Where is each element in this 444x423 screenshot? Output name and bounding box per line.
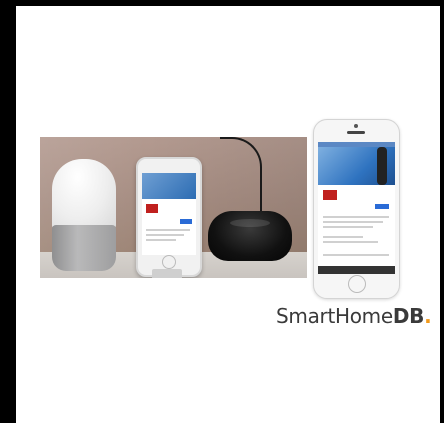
camera-icon: [354, 124, 358, 128]
product-photo: [40, 137, 307, 278]
text-line: [146, 229, 190, 231]
app-banner: [142, 173, 196, 199]
app-button: [375, 204, 389, 209]
text-line: [323, 241, 378, 243]
app-logo: [146, 204, 158, 213]
smart-speaker-top: [52, 159, 116, 231]
canvas: SmartHomeDB.: [16, 6, 440, 423]
text-line: [323, 226, 373, 228]
hub-highlight: [230, 219, 270, 227]
smartphone-in-photo: [136, 157, 202, 277]
text-line: [146, 239, 176, 241]
smartphone-mockup: [313, 119, 400, 299]
app-logo: [323, 190, 337, 200]
text-line: [146, 234, 184, 236]
app-button: [180, 219, 192, 224]
text-line: [323, 221, 383, 223]
brand-dot: .: [424, 304, 432, 328]
speaker-grille: [347, 131, 365, 134]
brand-name-light: SmartHome: [276, 304, 393, 328]
smart-speaker: [52, 159, 116, 271]
remote-control-image: [377, 147, 387, 185]
smartphone-screen: [142, 173, 196, 255]
brand-logo: SmartHomeDB.: [276, 304, 432, 328]
bottom-bar: [318, 266, 395, 274]
home-button-icon: [348, 275, 366, 293]
mockup-screen: [318, 142, 395, 274]
remote-hub: [208, 211, 292, 261]
app-banner: [318, 147, 395, 185]
text-line: [323, 254, 389, 256]
text-line: [323, 216, 389, 218]
phone-stand: [152, 269, 182, 278]
text-line: [323, 236, 363, 238]
home-button-icon: [162, 255, 176, 269]
brand-name-bold: DB: [392, 304, 425, 328]
smart-speaker-base: [52, 225, 116, 271]
